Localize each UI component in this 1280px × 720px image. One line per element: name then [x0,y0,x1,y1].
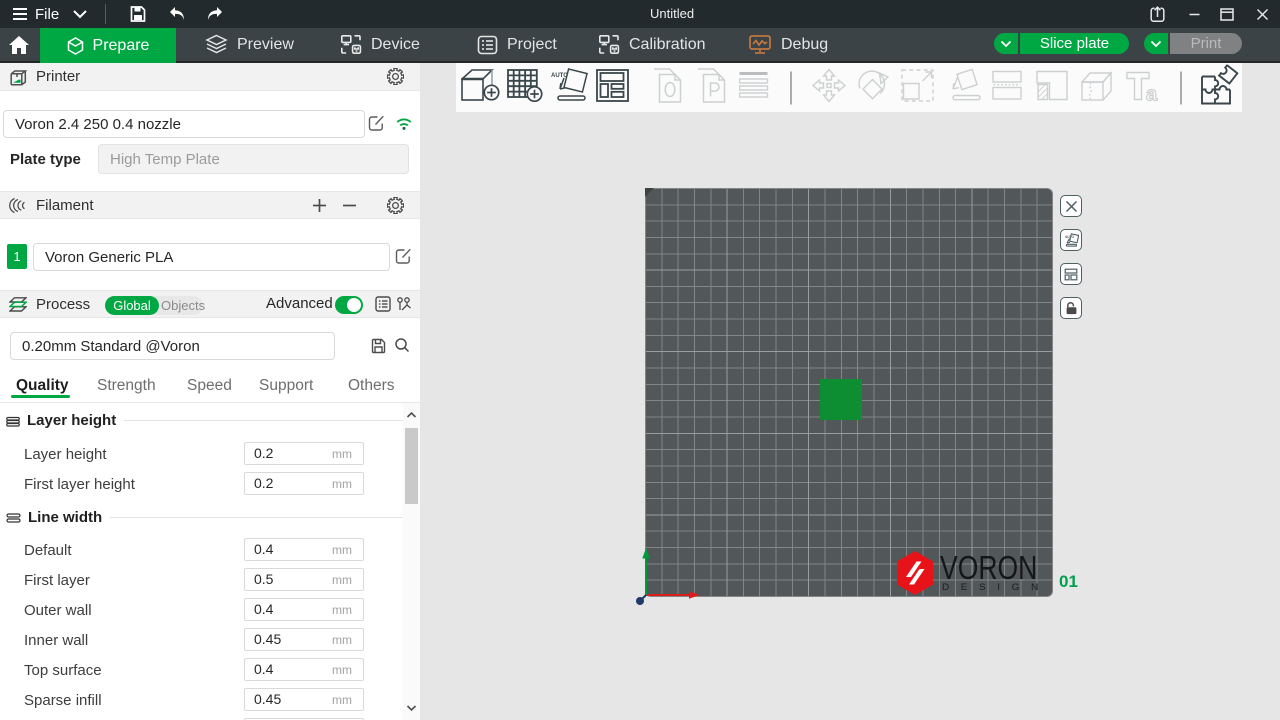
svg-text:a: a [1146,83,1158,102]
svg-text:AUTO: AUTO [1065,235,1074,239]
svg-text:AUTO: AUTO [551,73,568,79]
